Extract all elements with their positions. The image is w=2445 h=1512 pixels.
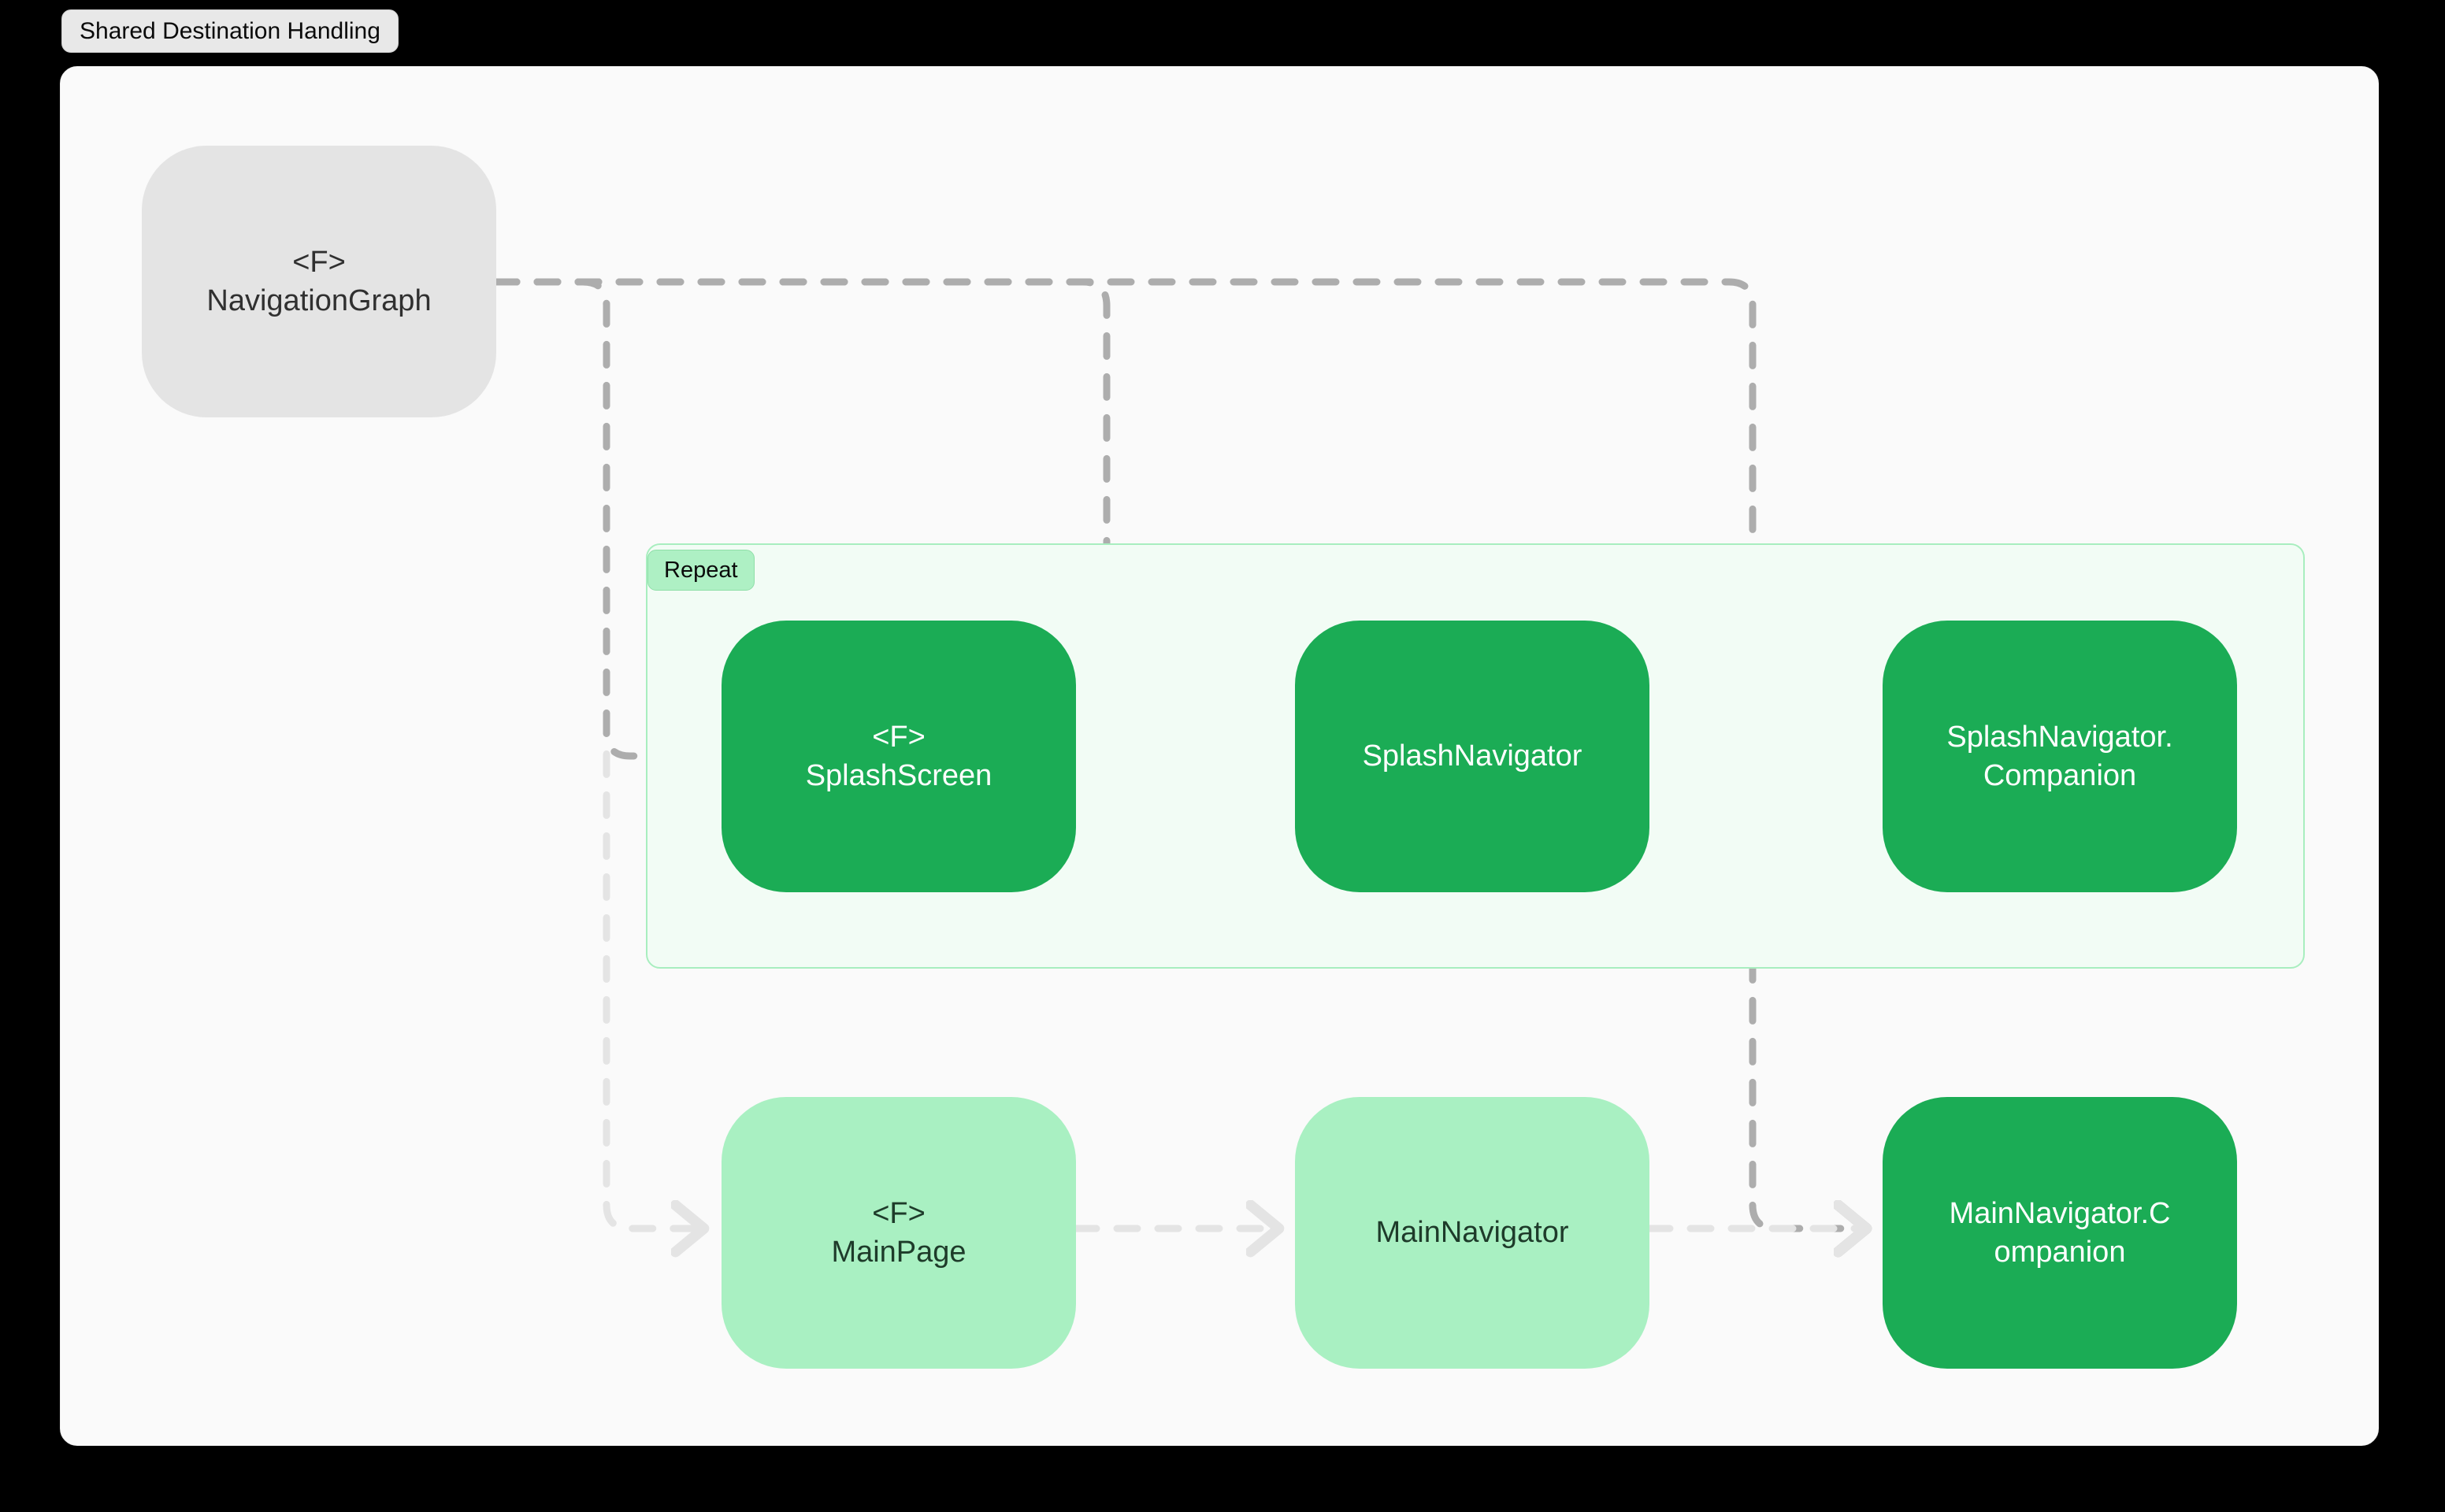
node-splash-navigator-companion[interactable]: SplashNavigator. Companion bbox=[1883, 621, 2237, 892]
diagram-title-chip: Shared Destination Handling bbox=[61, 9, 399, 53]
repeat-group-label: Repeat bbox=[664, 557, 738, 583]
node-main-navigator-label: MainNavigator bbox=[1375, 1216, 1569, 1250]
node-splash-screen[interactable]: <F> SplashScreen bbox=[722, 621, 1076, 892]
repeat-group-chip: Repeat bbox=[647, 550, 755, 591]
diagram-title-label: Shared Destination Handling bbox=[80, 17, 380, 44]
node-splash-navigator-label: SplashNavigator bbox=[1362, 739, 1582, 773]
node-splash-screen-label: SplashScreen bbox=[805, 758, 992, 792]
node-main-navigator-companion[interactable]: MainNavigator.C ompanion bbox=[1883, 1097, 2237, 1369]
node-splash-navigator-companion-label: SplashNavigator. Companion bbox=[1946, 720, 2173, 792]
node-navigation-graph-label: NavigationGraph bbox=[206, 284, 432, 317]
node-main-navigator[interactable]: MainNavigator bbox=[1295, 1097, 1649, 1369]
node-splash-screen-tag: <F> bbox=[872, 720, 926, 754]
node-navigation-graph-tag: <F> bbox=[292, 245, 346, 279]
node-main-navigator-companion-label: MainNavigator.C ompanion bbox=[1949, 1196, 2171, 1269]
node-main-page-tag: <F> bbox=[872, 1196, 926, 1230]
node-main-page[interactable]: <F> MainPage bbox=[722, 1097, 1076, 1369]
node-navigation-graph[interactable]: <F> NavigationGraph bbox=[142, 146, 496, 417]
diagram-canvas: Shared Destination Handling Repeat <F> N… bbox=[0, 0, 2445, 1512]
node-main-page-label: MainPage bbox=[831, 1235, 966, 1269]
node-splash-navigator[interactable]: SplashNavigator bbox=[1295, 621, 1649, 892]
